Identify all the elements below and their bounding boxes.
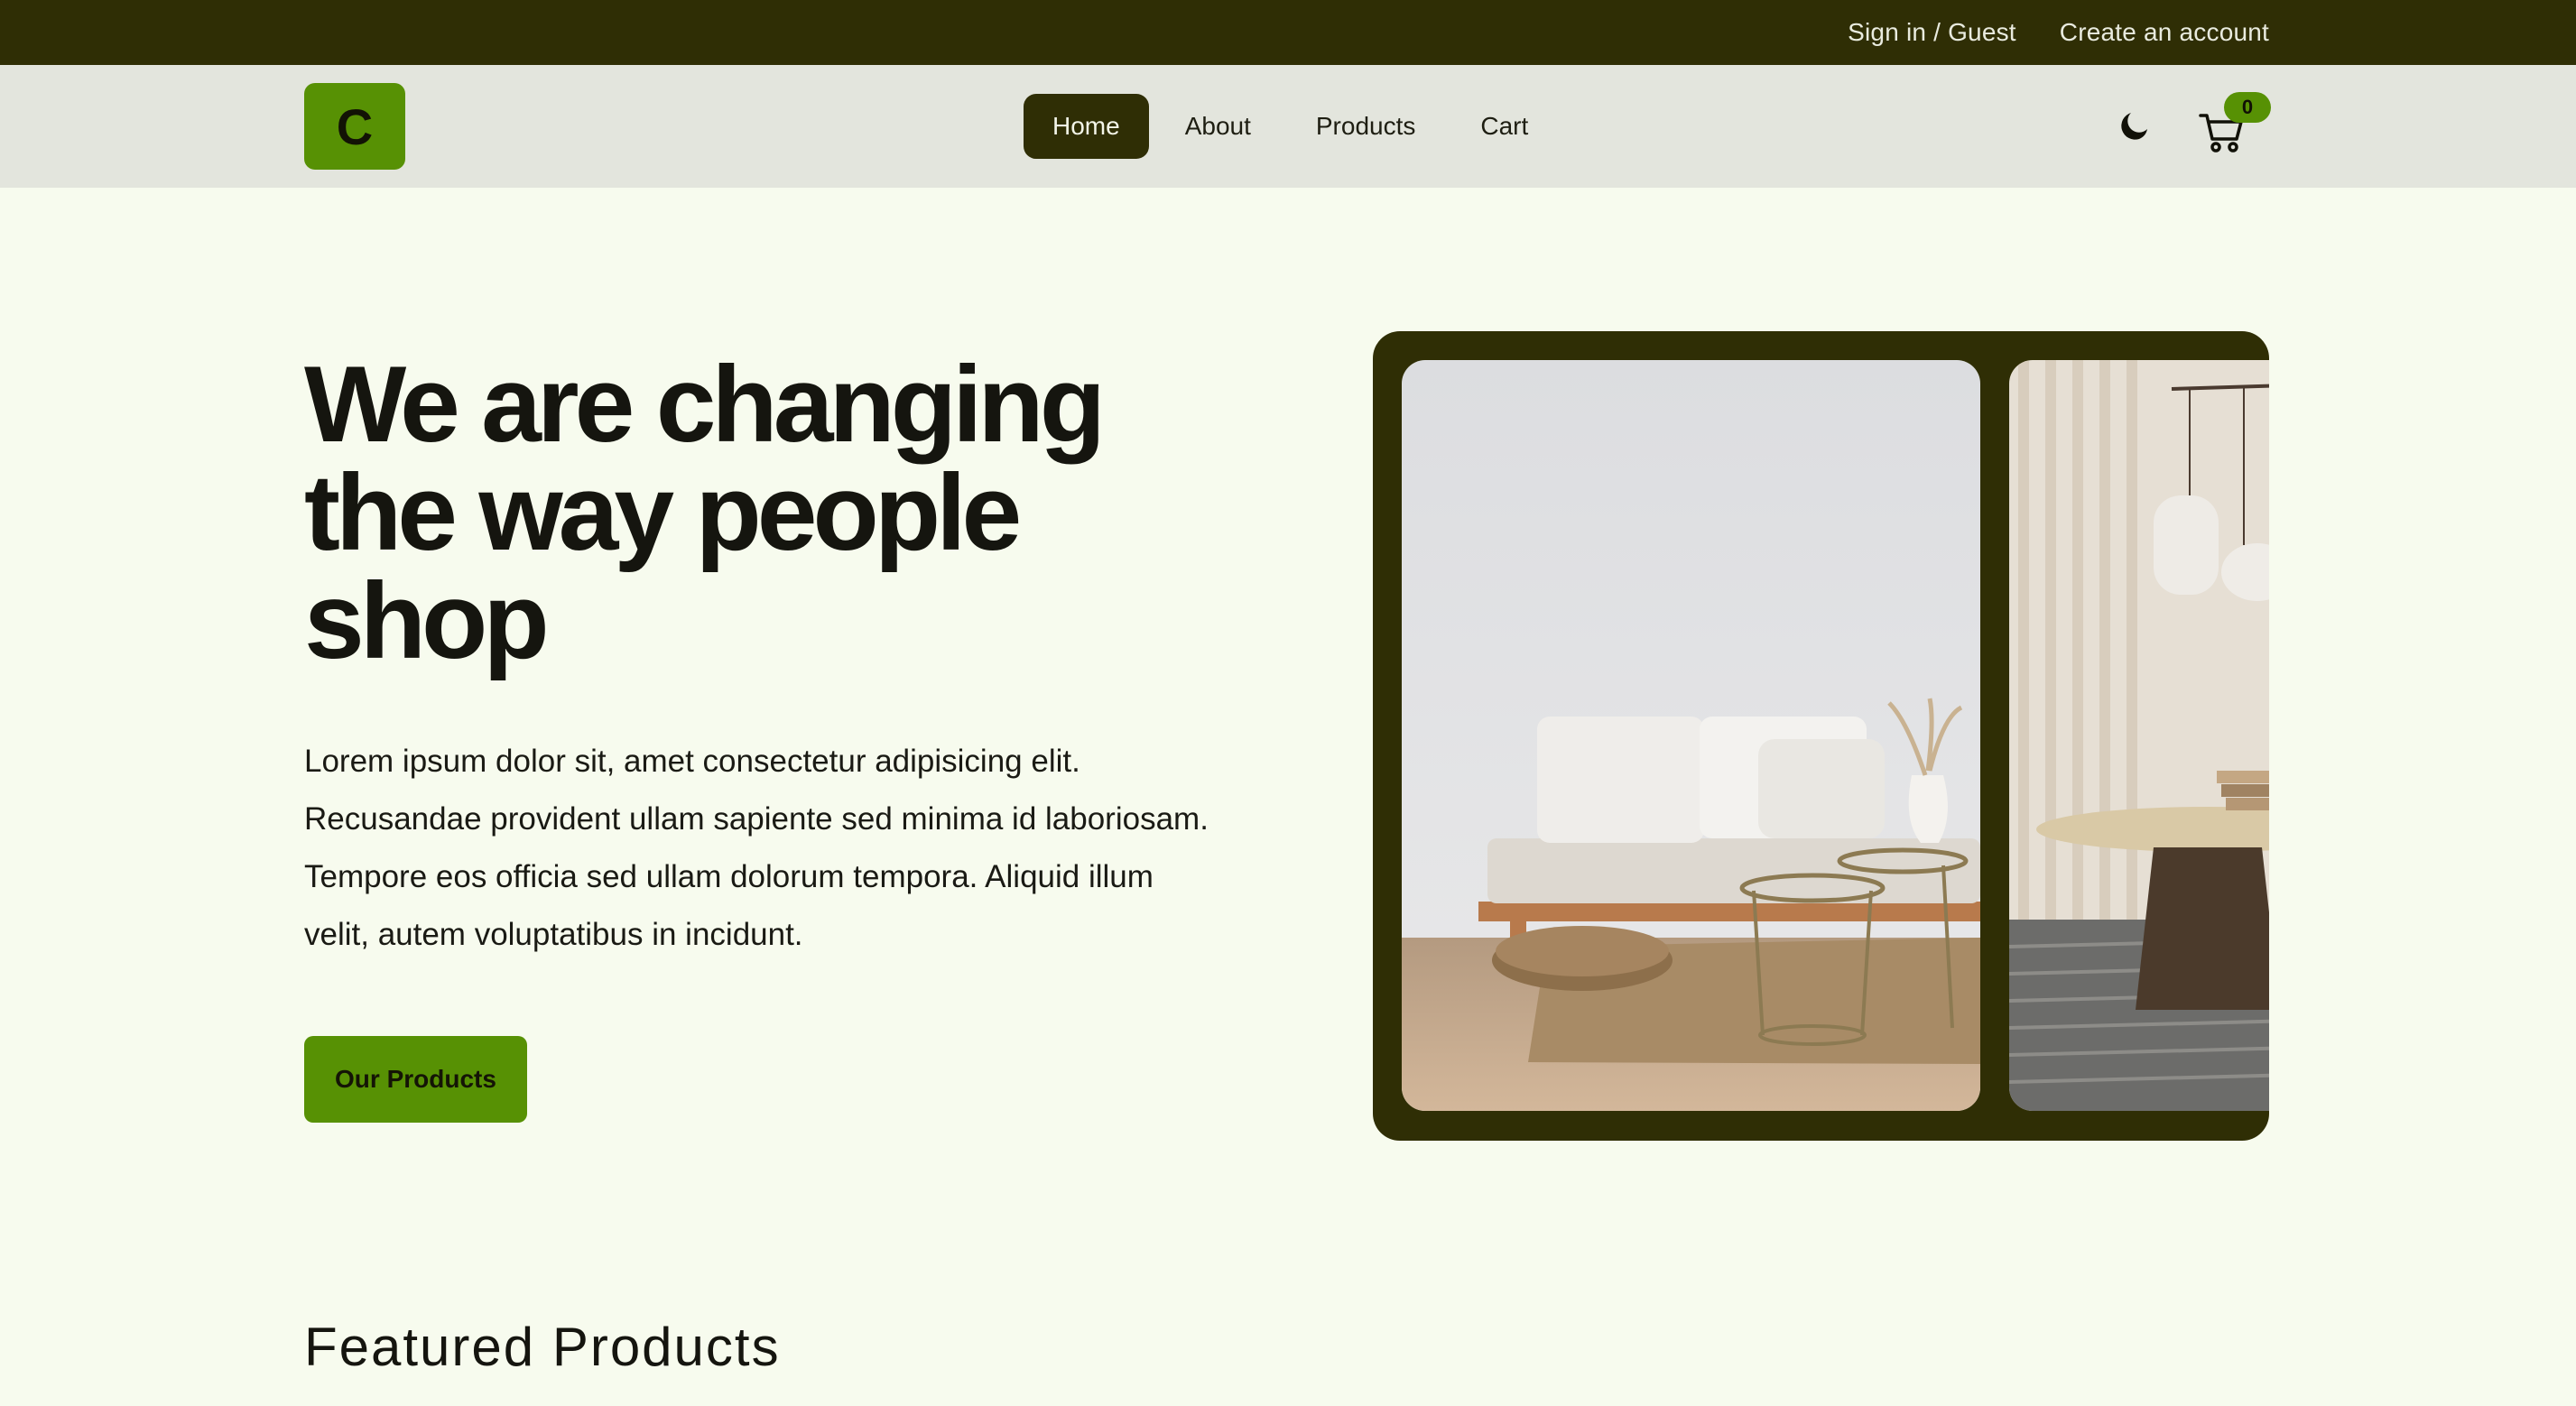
- featured-products-title: Featured Products: [304, 1317, 781, 1377]
- hero-carousel[interactable]: [1373, 331, 2269, 1141]
- moon-icon: [2121, 113, 2147, 140]
- carousel-slide-sofa: [1402, 360, 1980, 1111]
- sign-in-link[interactable]: Sign in / Guest: [1848, 18, 2016, 47]
- our-products-button[interactable]: Our Products: [304, 1036, 527, 1123]
- logo[interactable]: C: [304, 83, 405, 170]
- dining-table-lamp-photo: [2009, 360, 2269, 1111]
- nav-link-products[interactable]: Products: [1287, 94, 1445, 159]
- cart-count-badge: 0: [2224, 92, 2271, 123]
- cart-button[interactable]: 0: [2197, 92, 2271, 155]
- nav-links: Home About Products Cart: [1024, 94, 1557, 159]
- nav-link-home[interactable]: Home: [1024, 94, 1149, 159]
- carousel-slide-dining: [2009, 360, 2269, 1111]
- nav-link-cart[interactable]: Cart: [1451, 94, 1557, 159]
- navbar: C Home About Products Cart 0: [0, 65, 2576, 188]
- top-bar: Sign in / Guest Create an account: [0, 0, 2576, 65]
- hero-title: We are changing the way people shop: [304, 344, 1106, 681]
- create-account-link[interactable]: Create an account: [2060, 18, 2269, 47]
- nav-link-about[interactable]: About: [1156, 94, 1280, 159]
- theme-toggle-button[interactable]: [2112, 105, 2155, 148]
- account-links: Sign in / Guest Create an account: [1848, 0, 2269, 65]
- hero-description: Lorem ipsum dolor sit, amet consectetur …: [304, 744, 1209, 952]
- living-room-sofa-photo: [1402, 360, 1980, 1111]
